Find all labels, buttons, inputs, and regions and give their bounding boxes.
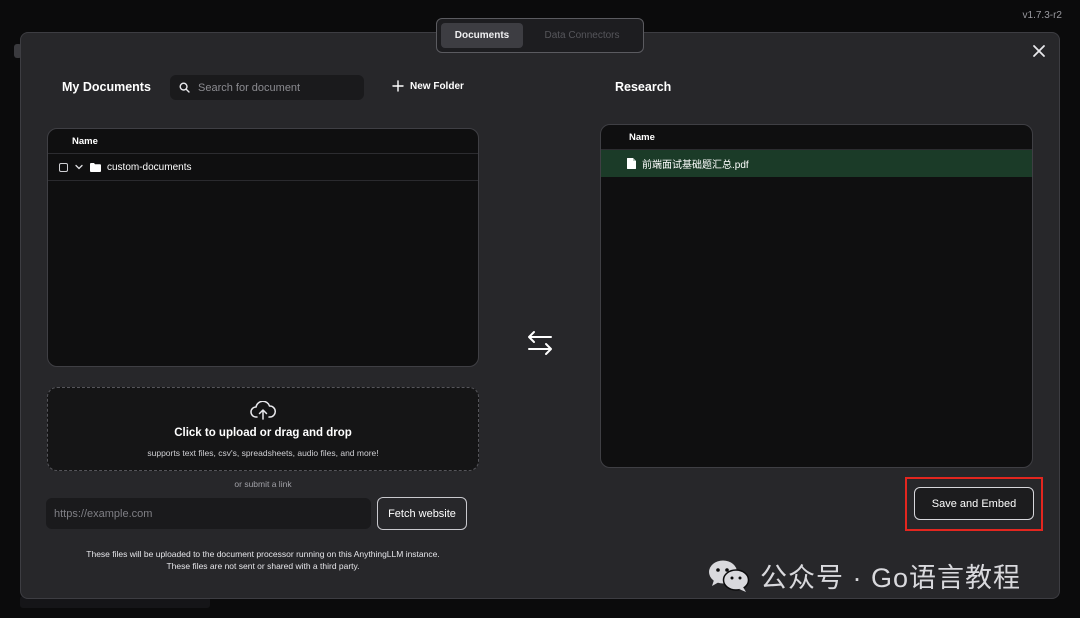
upload-footnote: These files will be uploaded to the docu… <box>47 548 479 572</box>
my-documents-title: My Documents <box>62 80 151 94</box>
cloud-upload-icon <box>250 401 276 420</box>
url-input[interactable]: https://example.com <box>46 498 371 529</box>
or-submit-link-label: or submit a link <box>234 479 292 489</box>
upload-dropzone[interactable]: Click to upload or drag and drop support… <box>47 387 479 471</box>
new-folder-button[interactable]: New Folder <box>392 80 464 92</box>
file-icon <box>627 158 636 169</box>
watermark-text: 公众号 · Go语言教程 <box>760 563 1022 593</box>
transfer-arrows-icon <box>528 331 552 355</box>
folder-row[interactable]: custom-documents <box>48 154 478 181</box>
save-and-embed-button[interactable]: Save and Embed <box>914 487 1034 520</box>
version-label: v1.7.3-r2 <box>1022 10 1062 21</box>
column-name: Name <box>72 135 98 147</box>
workspace-title: Research <box>615 80 672 94</box>
folder-checkbox[interactable] <box>59 162 68 172</box>
chevron-down-icon[interactable] <box>74 162 84 172</box>
table-header: Name <box>601 125 1032 150</box>
fetch-website-button[interactable]: Fetch website <box>377 497 467 530</box>
wechat-icon <box>709 560 750 592</box>
plus-icon <box>392 80 404 92</box>
tab-data-connectors[interactable]: Data Connectors <box>527 23 637 48</box>
workspace-documents-panel: Name 前端面试基础题汇总.pdf <box>600 124 1033 468</box>
folder-name: custom-documents <box>107 161 192 173</box>
folder-icon <box>90 162 101 172</box>
close-icon[interactable] <box>1030 42 1048 60</box>
search-placeholder: Search for document <box>198 81 301 94</box>
upload-title: Click to upload or drag and drop <box>174 427 352 439</box>
search-icon <box>179 82 190 93</box>
footnote-line: These files are not sent or shared with … <box>166 561 360 571</box>
column-name: Name <box>629 131 655 143</box>
url-placeholder: https://example.com <box>54 507 153 520</box>
tab-documents[interactable]: Documents <box>441 23 523 48</box>
new-folder-label: New Folder <box>410 80 464 92</box>
my-documents-panel: Name custom-documents <box>47 128 479 367</box>
search-input[interactable]: Search for document <box>170 75 364 100</box>
footnote-line: These files will be uploaded to the docu… <box>86 549 440 559</box>
watermark: 公众号 · Go语言教程 <box>708 556 1021 595</box>
document-name: 前端面试基础题汇总.pdf <box>642 160 749 171</box>
tab-bar: Documents Data Connectors <box>436 18 644 53</box>
table-header: Name <box>48 129 478 154</box>
upload-subtitle: supports text files, csv's, spreadsheets… <box>147 448 379 458</box>
document-row[interactable]: 前端面试基础题汇总.pdf <box>601 150 1032 177</box>
